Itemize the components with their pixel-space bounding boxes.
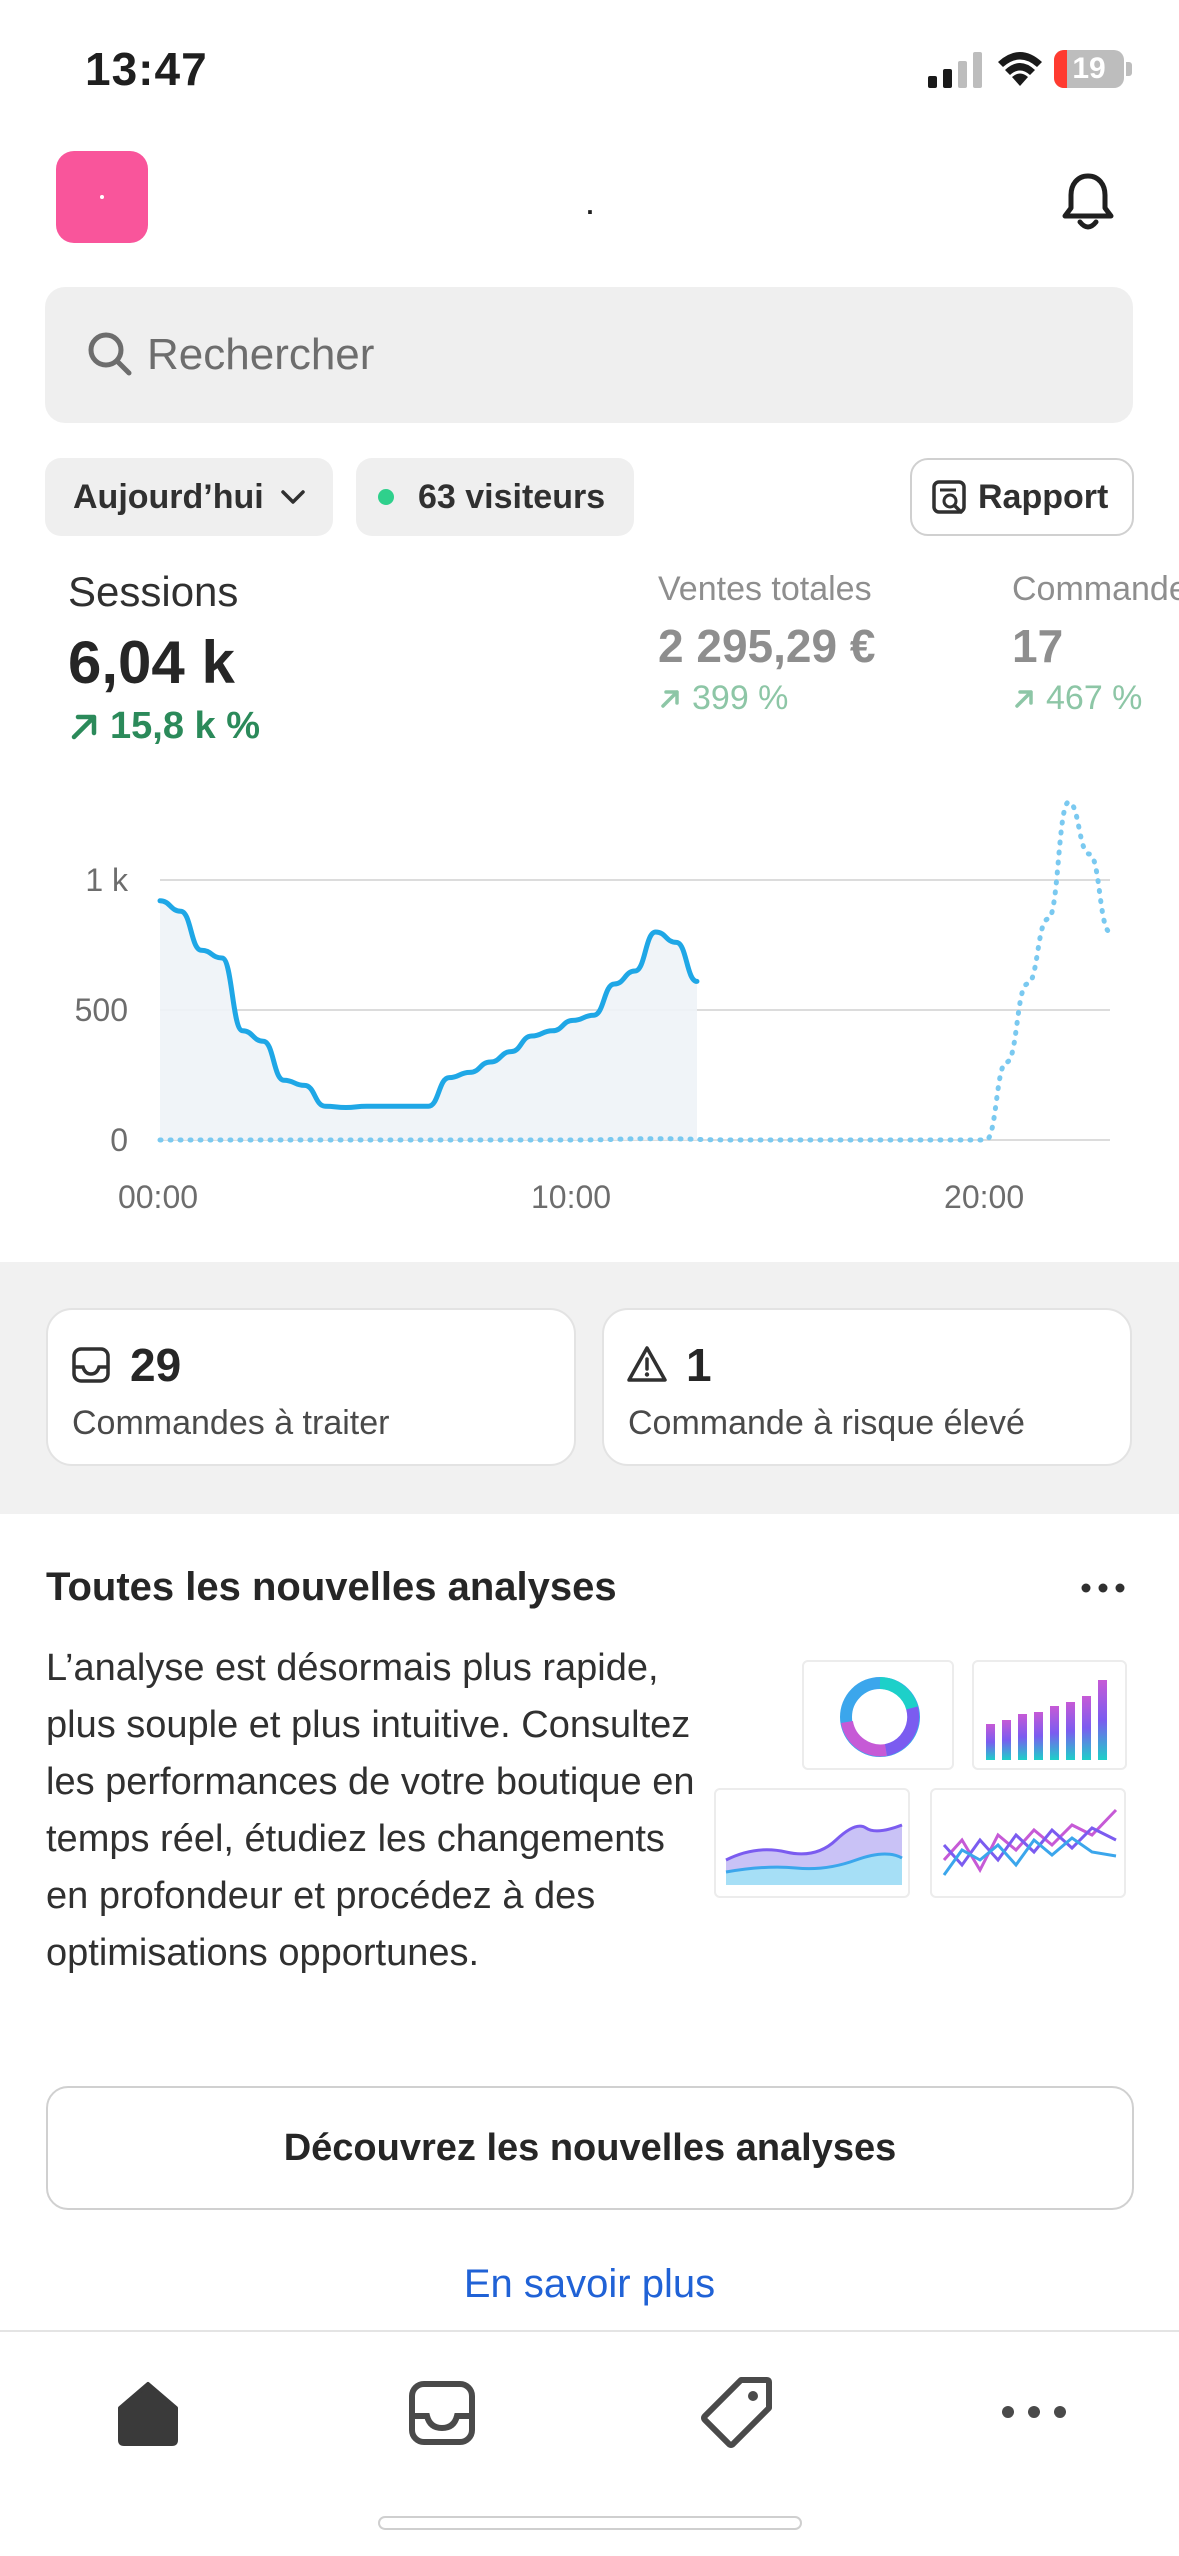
- status-time: 13:47: [85, 43, 208, 95]
- report-button[interactable]: Rapport: [910, 458, 1134, 536]
- metric-orders-clip: Commandes 17 467 %: [1012, 560, 1179, 720]
- search-bar[interactable]: [45, 287, 1133, 423]
- metric-orders[interactable]: Commandes 17 467 %: [1012, 570, 1179, 718]
- y-tick-label: 1 k: [85, 862, 129, 898]
- sessions-chart[interactable]: 0 500 1 k 00:00 10:00 20:00: [0, 790, 1179, 1250]
- metric-sales-label: Ventes totales: [658, 570, 872, 608]
- cellular-signal-icon: [928, 52, 982, 88]
- arrow-up-right-icon: [71, 714, 97, 739]
- more-icon[interactable]: [994, 2372, 1074, 2452]
- metric-orders-label: Commandes: [1012, 570, 1179, 608]
- analytics-illustration: [710, 1660, 1150, 1900]
- home-indicator: [378, 2516, 802, 2530]
- area-chart-thumbnail: [714, 1788, 910, 1898]
- high-risk-order-card[interactable]: 1 Commande à risque élevé: [602, 1308, 1132, 1466]
- promo-title: Toutes les nouvelles analyses: [46, 1565, 617, 1609]
- live-visitors-label: 63 visiteurs: [418, 477, 606, 516]
- metric-sessions-delta-value: 15,8 k %: [110, 705, 260, 747]
- wifi-icon: [998, 52, 1042, 86]
- metric-orders-delta: 467 %: [1012, 679, 1179, 718]
- high-risk-order-label: Commande à risque élevé: [628, 1404, 1025, 1442]
- donut-chart-thumbnail: [802, 1660, 954, 1770]
- metric-sales-delta-value: 399 %: [692, 679, 789, 717]
- inbox-icon: [72, 1347, 110, 1383]
- x-tick-label: 20:00: [944, 1179, 1024, 1215]
- orders-to-process-card[interactable]: 29 Commandes à traiter: [46, 1308, 576, 1466]
- home-icon[interactable]: [108, 2372, 188, 2452]
- metric-orders-value: 17: [1012, 620, 1064, 672]
- inbox-icon[interactable]: [402, 2372, 482, 2452]
- report-label: Rapport: [978, 477, 1109, 516]
- date-range-label: Aujourd’hui: [73, 477, 264, 516]
- warning-icon: [627, 1346, 667, 1382]
- more-options-icon[interactable]: [1078, 1570, 1128, 1606]
- live-indicator-dot: [378, 489, 394, 505]
- x-tick-label: 10:00: [531, 1179, 611, 1215]
- status-bar: 13:47 19: [0, 0, 1179, 140]
- metric-sessions[interactable]: Sessions 6,04 k 15,8 k %: [68, 568, 260, 748]
- battery-cap: [1126, 62, 1132, 76]
- orders-to-process-count: 29: [130, 1339, 182, 1391]
- learn-more-link[interactable]: En savoir plus: [0, 2262, 1179, 2307]
- y-tick-label: 0: [110, 1122, 128, 1158]
- x-tick-label: 00:00: [118, 1179, 198, 1215]
- store-name[interactable]: .: [570, 190, 610, 221]
- date-range-selector[interactable]: Aujourd’hui: [45, 458, 333, 536]
- metric-sessions-value: 6,04 k: [68, 629, 235, 696]
- live-visitors-chip[interactable]: 63 visiteurs: [356, 458, 634, 536]
- report-icon: [932, 480, 966, 514]
- y-tick-label: 500: [75, 992, 128, 1028]
- promo-body: L’analyse est désormais plus rapide, plu…: [46, 1647, 695, 1974]
- high-risk-order-count: 1: [686, 1339, 712, 1391]
- chevron-down-icon: [281, 490, 305, 504]
- multi-line-chart-thumbnail: [930, 1788, 1126, 1898]
- bar-chart-thumbnail: [972, 1660, 1127, 1770]
- arrow-up-right-icon: [661, 689, 679, 708]
- orders-to-process-label: Commandes à traiter: [72, 1404, 390, 1442]
- metric-orders-delta-value: 467 %: [1046, 679, 1143, 717]
- metric-sessions-delta: 15,8 k %: [68, 705, 260, 748]
- search-icon: [88, 332, 132, 376]
- metric-sessions-label: Sessions: [68, 568, 239, 615]
- search-input[interactable]: [147, 287, 1047, 423]
- arrow-up-right-icon: [1015, 689, 1033, 708]
- battery-level: 19: [1072, 52, 1106, 85]
- metric-total-sales[interactable]: Ventes totales 2 295,29 € 399 %: [658, 570, 875, 718]
- battery-icon: 19: [1054, 50, 1124, 88]
- metric-sales-value: 2 295,29 €: [658, 620, 876, 672]
- metric-sales-delta: 399 %: [658, 679, 875, 718]
- discover-analytics-button[interactable]: Découvrez les nouvelles analyses: [46, 2086, 1134, 2210]
- tag-icon[interactable]: [697, 2372, 777, 2452]
- store-logo[interactable]: [56, 151, 148, 243]
- notification-bell-icon[interactable]: [1060, 170, 1116, 234]
